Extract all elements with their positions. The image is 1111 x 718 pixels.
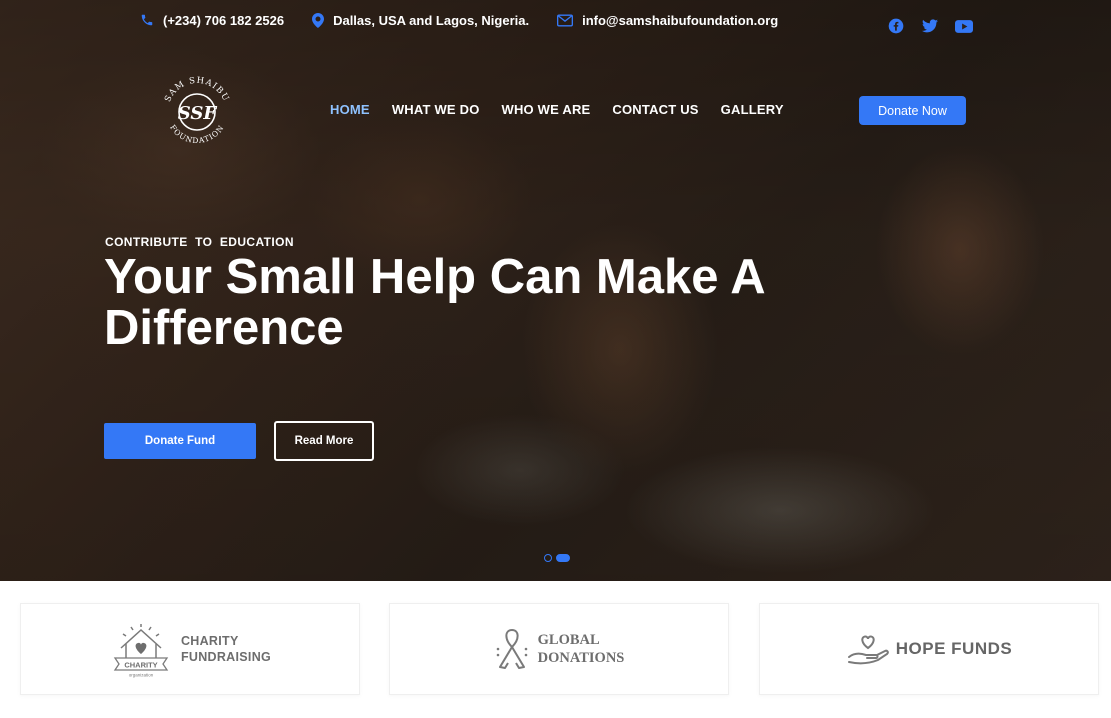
top-contact-bar: (+234) 706 182 2526 Dallas, USA and Lago… [140,10,806,30]
phone-info[interactable]: (+234) 706 182 2526 [140,13,284,28]
main-nav: HOME WHAT WE DO WHO WE ARE CONTACT US GA… [330,102,806,117]
location-pin-icon [312,12,325,28]
partner-global-donations: GLOBAL DONATIONS [389,603,729,695]
youtube-icon[interactable] [955,17,973,35]
slide-dot-2[interactable] [556,554,570,562]
logo-bottom-text: FOUNDATION [168,123,225,145]
partner-hope-funds: HOPE FUNDS [759,603,1099,695]
phone-icon [141,14,153,26]
phone-text: (+234) 706 182 2526 [163,12,285,28]
charity-badge-text: CHARITY [124,661,157,670]
nav-item-who-we-are[interactable]: WHO WE ARE [502,102,591,117]
charity-sub-text: organization [129,673,154,678]
twitter-icon[interactable] [921,17,939,35]
ssf-logo[interactable]: SAM SHAIBU SSF FOUNDATION [158,72,236,150]
email-info[interactable]: info@samshaibufoundation.org [557,13,778,28]
nav-item-what-we-do[interactable]: WHAT WE DO [392,102,480,117]
envelope-icon [557,14,574,26]
nav-item-gallery[interactable]: GALLERY [721,102,784,117]
logo-top-text: SAM SHAIBU [163,76,230,104]
donate-now-button[interactable]: Donate Now [859,96,966,125]
location-info: Dallas, USA and Lagos, Nigeria. [312,12,530,28]
hero-eyebrow: CONTRIBUTE TO EDUCATION [105,235,294,249]
partner-2-line-1: GLOBAL [537,632,600,648]
hero-section: (+234) 706 182 2526 Dallas, USA and Lago… [0,0,1111,581]
partner-1-line-2: FUNDRAISING [180,650,272,664]
hero-headline: Your Small Help Can Make A Difference [104,250,764,355]
social-links [887,17,989,35]
svg-text:FOUNDATION: FOUNDATION [168,123,226,145]
partner-3-label: HOPE FUNDS [895,639,1013,658]
nav-item-contact-us[interactable]: CONTACT US [612,102,698,117]
donate-fund-button[interactable]: Donate Fund [104,423,256,459]
svg-text:SAM SHAIBU: SAM SHAIBU [163,76,231,104]
partner-2-line-2: DONATIONS [537,650,625,666]
facebook-icon[interactable] [887,17,905,35]
slide-dot-1[interactable] [544,554,552,562]
read-more-button[interactable]: Read More [274,421,374,461]
partner-1-line-1: CHARITY [180,634,239,648]
email-text: info@samshaibufoundation.org [582,12,779,28]
ribbon-icon [496,629,527,669]
slider-pagination [544,554,574,562]
house-heart-icon: CHARITY organization [113,624,169,678]
nav-item-home[interactable]: HOME [330,102,370,117]
hand-heart-icon [847,635,889,665]
location-text: Dallas, USA and Lagos, Nigeria. [333,12,530,28]
partner-logos: CHARITY organization CHARITY FUNDRAISING… [0,603,1111,695]
logo-monogram: SSF [178,103,218,124]
partner-charity-fundraising: CHARITY organization CHARITY FUNDRAISING [20,603,360,695]
